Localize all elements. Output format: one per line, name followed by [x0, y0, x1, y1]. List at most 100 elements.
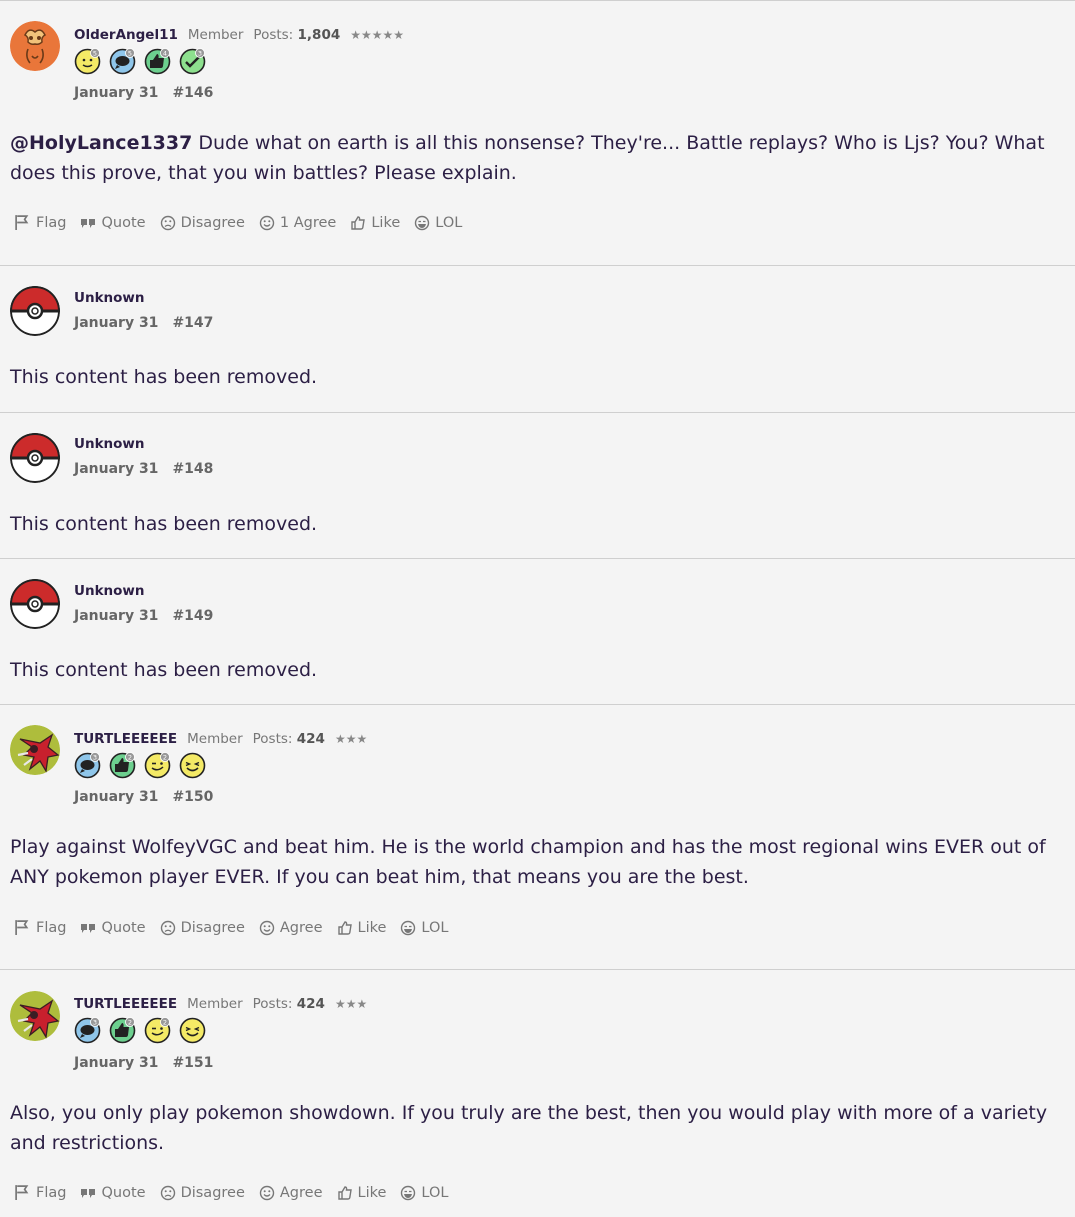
post-number[interactable]: #147	[172, 315, 213, 331]
quote-button[interactable]: Quote	[80, 919, 146, 936]
pokeball-avatar-icon	[10, 579, 60, 629]
post-number[interactable]: #149	[172, 608, 213, 624]
rank-stars: ★★★★★	[350, 28, 405, 42]
lol-button[interactable]: LOL	[400, 920, 448, 936]
like-button[interactable]: Like	[337, 1184, 387, 1201]
like-label: Like	[357, 1184, 387, 1201]
check-badge-icon[interactable]: 3	[179, 48, 206, 75]
post-count: Posts: 424	[253, 996, 325, 1012]
thumbs-up-badge-icon[interactable]: 4	[144, 48, 171, 75]
mention-link[interactable]: @HolyLance1337	[10, 132, 192, 154]
post: Unknown January 31 #147 This content has …	[0, 265, 1075, 412]
avatar[interactable]	[10, 21, 60, 71]
date[interactable]: January 31	[74, 315, 158, 331]
svg-text:2: 2	[128, 754, 132, 762]
quote-button[interactable]: Quote	[80, 215, 146, 231]
date[interactable]: January 31	[74, 461, 158, 477]
date[interactable]: January 31	[74, 85, 158, 101]
sad-face-icon	[160, 1185, 176, 1201]
user-meta: TURTLEEEEEE Member Posts: 424 ★★★	[74, 996, 367, 1012]
quote-label: Quote	[101, 919, 146, 936]
flag-icon	[14, 1184, 31, 1201]
quote-button[interactable]: Quote	[80, 1185, 146, 1201]
quote-icon	[80, 1185, 96, 1201]
avatar-image	[10, 725, 60, 775]
rank-stars: ★★★	[334, 732, 368, 746]
smile-icon	[259, 1185, 275, 1201]
wink-badge-icon[interactable]: 2	[144, 752, 171, 779]
post-count: Posts: 1,804	[253, 27, 340, 43]
badge-count: 5	[90, 48, 100, 58]
post-actions: Flag Quote Disagree Agree Like LOL	[14, 1184, 462, 1201]
lol-button[interactable]: LOL	[414, 215, 462, 231]
comment-badge-icon[interactable]: 3	[74, 752, 101, 779]
laugh-badge-icon[interactable]	[179, 1017, 206, 1044]
post-date: January 31 #147	[74, 315, 213, 331]
badge-row: 3 2 2	[74, 752, 206, 779]
post-number[interactable]: #146	[172, 85, 213, 101]
like-label: Like	[371, 214, 401, 231]
post-count-value: 424	[296, 731, 325, 747]
sad-face-icon	[160, 920, 176, 936]
post-number[interactable]: #151	[172, 1055, 213, 1071]
badge-count: 2	[125, 752, 135, 762]
pokeball-avatar-icon	[10, 286, 60, 336]
username[interactable]: TURTLEEEEEE	[74, 731, 177, 747]
lol-label: LOL	[421, 1184, 449, 1201]
disagree-label: Disagree	[180, 1184, 245, 1201]
user-role: Member	[187, 27, 244, 43]
user-meta: Unknown	[74, 583, 145, 599]
svg-text:5: 5	[128, 50, 132, 58]
avatar[interactable]	[10, 286, 60, 336]
agree-label: Agree	[279, 919, 323, 936]
svg-text:3: 3	[198, 50, 202, 58]
thumbs-up-icon	[350, 215, 366, 231]
avatar[interactable]	[10, 991, 60, 1041]
agree-label: 1 Agree	[279, 214, 337, 231]
flag-label: Flag	[36, 214, 67, 231]
comment-badge-icon[interactable]: 3	[74, 1017, 101, 1044]
date[interactable]: January 31	[74, 608, 158, 624]
post-count-value: 424	[296, 996, 325, 1012]
like-button[interactable]: Like	[350, 215, 400, 231]
post-number[interactable]: #150	[172, 789, 213, 805]
agree-button[interactable]: Agree	[259, 920, 323, 936]
flag-button[interactable]: Flag	[14, 214, 66, 231]
date[interactable]: January 31	[74, 789, 158, 805]
disagree-label: Disagree	[180, 919, 245, 936]
agree-label: Agree	[279, 1184, 323, 1201]
avatar-image	[10, 21, 60, 71]
username[interactable]: TURTLEEEEEE	[74, 996, 177, 1012]
flag-button[interactable]: Flag	[14, 919, 66, 936]
disagree-button[interactable]: Disagree	[160, 215, 245, 231]
thumbs-up-badge-icon[interactable]: 2	[109, 752, 136, 779]
post-count-label: Posts:	[252, 731, 293, 747]
avatar[interactable]	[10, 725, 60, 775]
post-body: Play against WolfeyVGC and beat him. He …	[10, 836, 1046, 888]
laugh-badge-icon[interactable]	[179, 752, 206, 779]
disagree-button[interactable]: Disagree	[160, 920, 245, 936]
post: TURTLEEEEEE Member Posts: 424 ★★★ 3 2 2 Jan…	[0, 969, 1075, 1217]
agree-button[interactable]: Agree	[259, 1185, 323, 1201]
flag-icon	[14, 919, 31, 936]
agree-button[interactable]: 1 Agree	[259, 215, 336, 231]
user-role: Member	[187, 731, 243, 747]
comment-badge-icon[interactable]: 5	[109, 48, 136, 75]
post-number[interactable]: #148	[172, 461, 213, 477]
disagree-button[interactable]: Disagree	[160, 1185, 245, 1201]
avatar[interactable]	[10, 579, 60, 629]
flag-button[interactable]: Flag	[14, 1184, 66, 1201]
thumbs-up-badge-icon[interactable]: 2	[109, 1017, 136, 1044]
avatar[interactable]	[10, 433, 60, 483]
badge-count: 3	[90, 752, 100, 762]
svg-text:4: 4	[163, 50, 167, 58]
post-count: Posts: 424	[253, 731, 325, 747]
like-button[interactable]: Like	[337, 920, 386, 936]
smile-badge-icon[interactable]: 5	[74, 48, 101, 75]
lol-button[interactable]: LOL	[400, 1185, 448, 1201]
wink-badge-icon[interactable]: 2	[144, 1017, 171, 1044]
svg-text:2: 2	[128, 1019, 132, 1027]
smile-icon	[259, 215, 275, 231]
date[interactable]: January 31	[74, 1055, 158, 1071]
username[interactable]: OlderAngel11	[74, 27, 178, 43]
